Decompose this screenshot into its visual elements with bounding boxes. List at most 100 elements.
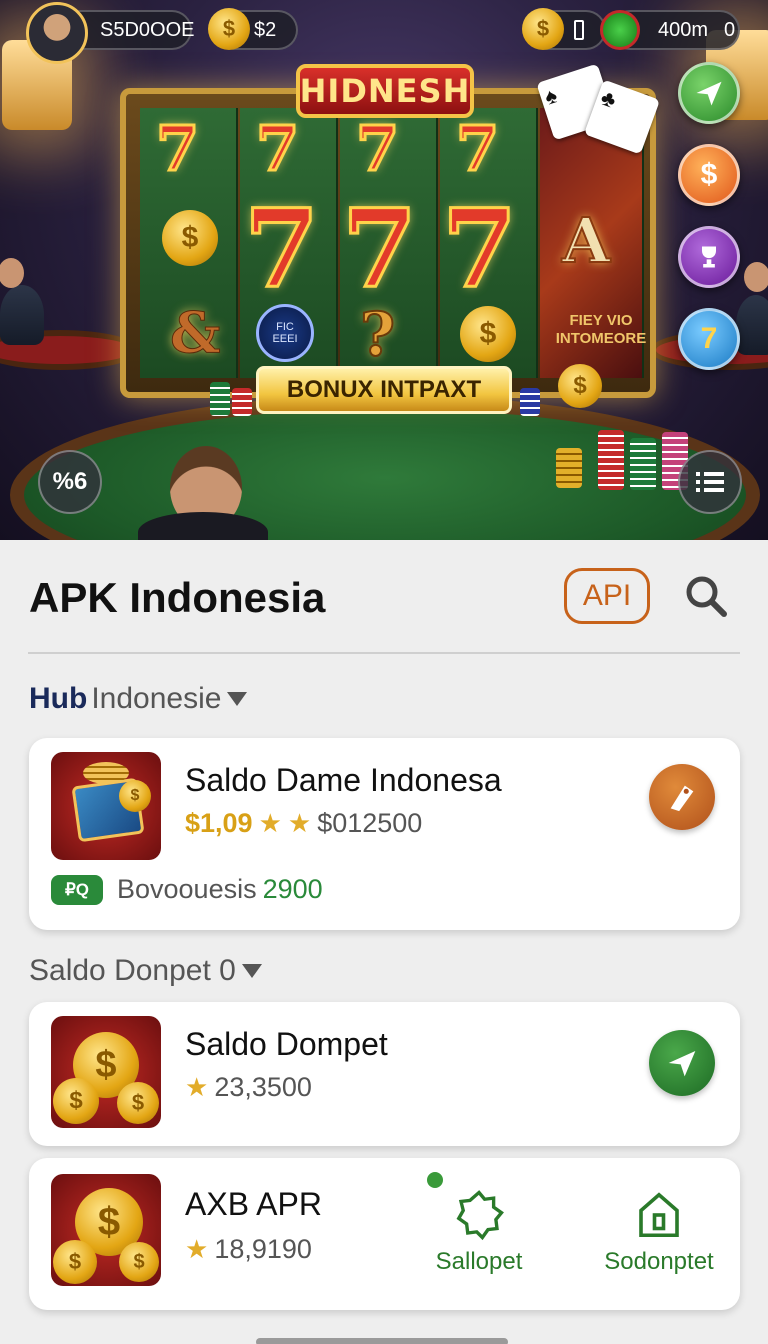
list-icon [696,472,724,492]
battery-icon [574,20,584,40]
paper-plane-icon [668,1051,696,1077]
nav-sallopet[interactable]: Sallopet [429,1188,529,1276]
section-label: Saldo Donpet 0 [29,954,236,987]
avatar[interactable] [26,2,88,64]
app-card[interactable]: $ Saldo Dame Indonesa $1,09 ★ ★ $012500 … [29,738,740,930]
app-screen: 7 7 7 7 7 7 7 $ $ A & ? FIEY VIO INTOMEO… [0,0,768,1344]
section-dropdown-hub[interactable]: Hub Indonesie [29,682,248,716]
green-gem-icon [600,10,640,50]
trophy-icon [702,246,716,268]
badge-icon [456,1190,504,1241]
footer-value: 2900 [262,874,323,904]
status-count: 0 [724,18,736,41]
tag-icon [670,785,694,812]
coin-icon: $ [558,364,602,408]
rune-symbol: FIC EEEI [256,304,314,362]
rune-line: EEEI [272,333,298,345]
app-footer-row: ₽Q Bovoouesis 2900 [51,874,323,905]
q-symbol: ? [359,299,396,371]
send-button[interactable] [678,62,740,124]
coin-icon: $ [53,1078,99,1124]
trophy-button[interactable] [678,226,740,288]
star-icon: ★ [287,808,312,838]
chip-stack [520,388,540,416]
section-bold-label: Hub [29,682,88,715]
app-thumbnail: $ [51,752,161,860]
app-title: AXB APR [185,1186,322,1222]
coin-icon: $ [119,1242,159,1282]
coin-icon: $ [208,8,250,50]
nav-label: Sodonptet [604,1248,714,1275]
letter-symbol: A [561,203,611,278]
home-indicator[interactable] [256,1338,508,1344]
footer-label: Bovoouesis [117,874,257,904]
seven-symbol: 7 [154,111,200,187]
app-thumbnail: $ $ $ [51,1174,161,1286]
app-price-secondary: $012500 [317,808,423,838]
chevron-down-icon [227,692,248,706]
person-left [0,285,44,345]
app-card[interactable]: $ $ $ AXB APR ★ 18,9190 Sallopet Sodonpt… [29,1158,740,1310]
api-button[interactable]: API [564,568,650,624]
star-icon: ★ [185,1072,209,1102]
coin-icon: $ [53,1240,97,1284]
search-button[interactable] [682,572,730,620]
search-icon [686,576,727,617]
seven-symbol: 7 [454,111,500,187]
big-seven-symbol: 7 [440,185,518,314]
game-banner[interactable]: 7 7 7 7 7 7 7 $ $ A & ? FIEY VIO INTOMEO… [0,0,768,540]
section-dropdown-dompet[interactable]: Saldo Donpet 0 [29,954,262,988]
app-rating-row: ★ 18,9190 [185,1234,312,1265]
big-seven-symbol: 7 [340,185,418,314]
house-icon [639,1192,679,1238]
app-card[interactable]: $ $ $ Saldo Dompet ★ 23,3500 [29,1002,740,1146]
nav-sodonptet[interactable]: Sodonptet [589,1188,729,1276]
nav-label: Sallopet [435,1248,523,1275]
big-seven-symbol: 7 [242,185,320,314]
menu-button[interactable] [678,450,742,514]
coin-icon: $ [117,1082,159,1124]
chip-stack [630,438,656,490]
feature-text: FIEY VIO INTOMEORE [555,312,647,347]
chip-stack [598,430,624,490]
app-title: Saldo Dame Indonesa [185,762,502,798]
send-button[interactable] [649,1030,715,1096]
app-title: Saldo Dompet [185,1026,388,1062]
slot-machine[interactable]: 7 7 7 7 7 7 7 $ $ A & ? FIEY VIO INTOMEO… [120,88,656,398]
coins-value: $2 [254,18,277,41]
page-title: APK Indonesia [29,574,326,621]
chip-stack [210,382,230,416]
star-icon: ★ [185,1234,209,1264]
rune-line: FIC [276,321,294,333]
coin-icon: $ [522,8,564,50]
notification-dot [427,1172,443,1188]
ribbon-symbol: & [170,300,222,367]
balance-value: S5D0OOE [100,18,195,41]
app-price: $1,09 [185,808,253,838]
coin-symbol: $ [162,210,218,266]
coin-symbol: $ [460,306,516,362]
coin-icon: $ [119,780,151,812]
paper-plane-icon [696,81,722,106]
seven-symbol: 7 [354,111,400,187]
app-rating: 18,9190 [214,1234,312,1264]
app-rating: 23,3500 [214,1072,312,1102]
person-right [736,295,768,355]
chip-stack [232,388,252,416]
coin-shop-button[interactable]: $ [678,144,740,206]
store-content: APK Indonesia API Hub Indonesie $ Saldo … [0,540,768,1344]
bonus-button[interactable]: BONUX INTPAXT [256,366,512,414]
coin-stack [83,762,129,784]
person-left-head [0,258,24,288]
chip-stack [556,448,582,488]
person-right-head [744,262,768,292]
game-title: HIDNESH [296,64,474,118]
tag-badge: ₽Q [51,874,103,905]
seven-button[interactable]: 7 [678,308,740,370]
app-rating-row: ★ 23,3500 [185,1072,312,1103]
status-value: 400m [658,18,709,41]
open-button[interactable] [649,764,715,830]
section-label: Indonesie [91,682,222,715]
app-thumbnail: $ $ $ [51,1016,161,1128]
percent-button[interactable]: %6 [38,450,102,514]
